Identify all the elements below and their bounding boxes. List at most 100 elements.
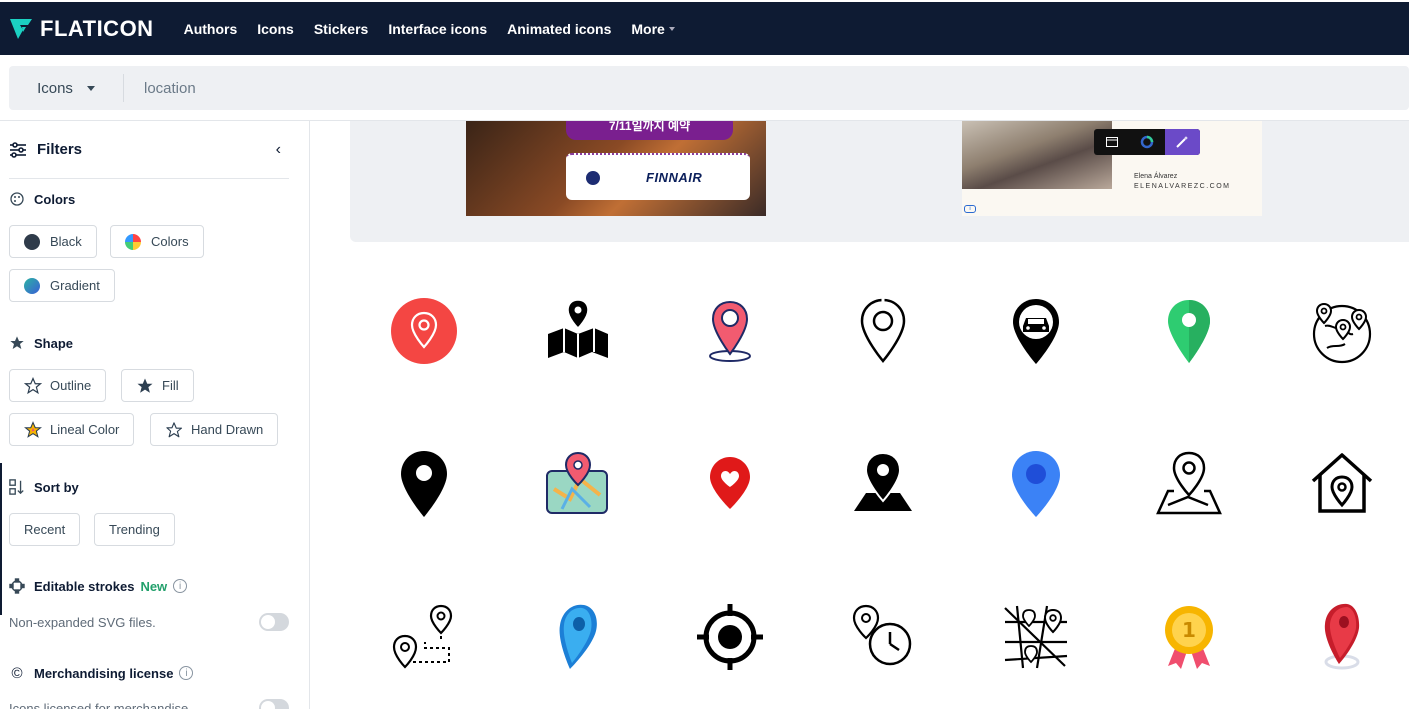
result-item[interactable] [653, 276, 806, 386]
chevron-down-icon [668, 26, 675, 31]
result-item[interactable] [500, 582, 653, 692]
filters-title: Filters [37, 141, 83, 158]
result-item[interactable] [959, 582, 1112, 692]
pin-on-ground-icon [853, 451, 912, 511]
ad-author-url: ELENALVAREZC.COM [1134, 183, 1231, 190]
elena-alvarez-ad[interactable]: Elena Álvarez ELENALVAREZC.COM i [962, 121, 1262, 216]
editable-strokes-subtext: Non-expanded SVG files. [9, 615, 156, 630]
star-lineal-color-icon [24, 420, 42, 439]
result-item[interactable] [347, 276, 500, 386]
merch-license-title: © Merchandising license i [9, 664, 194, 682]
city-map-pins-icon [1003, 605, 1067, 669]
chip-label: Recent [24, 522, 66, 537]
collapse-chevron-icon[interactable]: ‹ [276, 141, 281, 159]
result-item[interactable] [347, 429, 500, 539]
result-item[interactable] [1265, 276, 1409, 386]
map-pin-outline-icon [1155, 451, 1222, 515]
route-pins-icon [392, 604, 452, 669]
result-item[interactable] [500, 276, 653, 386]
chip-label: Lineal Color [50, 422, 120, 437]
result-item[interactable] [1265, 582, 1409, 692]
search-type-label: Icons [37, 79, 73, 97]
ad-headline: 7/11일까지 예약 [566, 121, 733, 140]
car-location-pin-icon [1012, 299, 1059, 364]
3d-red-pin-icon [1324, 603, 1359, 670]
merch-license-subtext: Icons licensed for merchandise [9, 701, 189, 709]
result-item[interactable] [1265, 429, 1409, 539]
nav-authors[interactable]: Authors [184, 21, 238, 37]
result-item[interactable]: 1 [1112, 582, 1265, 692]
icon-results-grid: 1 [347, 276, 1409, 709]
main-nav: Authors Icons Stickers Interface icons A… [184, 21, 675, 37]
nav-more[interactable]: More [631, 20, 675, 37]
search-type-select[interactable]: Icons [9, 74, 124, 102]
info-icon[interactable]: i [179, 666, 194, 680]
result-item[interactable] [500, 429, 653, 539]
flaticon-logo-icon [10, 18, 32, 39]
oneworld-logo-icon [586, 170, 600, 185]
nav-stickers[interactable]: Stickers [314, 21, 368, 37]
shape-lineal-color-chip[interactable]: Lineal Color [9, 413, 135, 446]
color-colors-chip[interactable]: Colors [110, 225, 204, 258]
sort-trending-chip[interactable]: Trending [94, 513, 175, 546]
shapes-star-icon [9, 335, 25, 351]
sort-recent-chip[interactable]: Recent [9, 513, 81, 546]
multicolor-swatch-icon [125, 233, 141, 250]
shape-title-label: Shape [34, 335, 74, 351]
nav-more-label: More [631, 20, 665, 37]
result-item[interactable] [806, 429, 959, 539]
chip-label: Hand Drawn [191, 422, 264, 437]
3d-blue-pin-icon [559, 604, 597, 669]
location-pin-outline-icon [860, 297, 905, 363]
pin-with-circle-base-icon [708, 300, 751, 362]
result-item[interactable] [653, 429, 806, 539]
result-item[interactable] [347, 582, 500, 692]
result-item[interactable] [806, 582, 959, 692]
ad-photo [962, 121, 1112, 189]
result-item[interactable] [959, 429, 1112, 539]
color-black-chip[interactable]: Black [9, 225, 97, 258]
top-nav: FLATICON Authors Icons Stickers Interfac… [0, 0, 1409, 55]
color-gradient-chip[interactable]: Gradient [9, 269, 115, 302]
editable-strokes-toggle[interactable] [259, 613, 289, 631]
star-outline-icon [24, 376, 42, 395]
info-icon[interactable]: i [173, 579, 188, 593]
search-input[interactable] [144, 79, 744, 97]
svg-text:1: 1 [1182, 618, 1196, 642]
ad-brand-name: FINNAIR [646, 170, 703, 185]
nav-icons[interactable]: Icons [257, 21, 294, 37]
window-icon[interactable] [1094, 129, 1129, 155]
copyright-icon: © [11, 664, 23, 682]
colors-section-title: Colors [9, 191, 75, 207]
gold-medal-icon: 1 [1164, 606, 1213, 669]
ad-info-icon[interactable]: i [964, 205, 976, 213]
filters-sidebar: Filters ‹ Colors Black Colors Gradient S… [0, 121, 310, 709]
sort-section-title: Sort by [9, 479, 79, 495]
editable-strokes-label: Editable strokes [34, 578, 135, 594]
result-item[interactable] [806, 276, 959, 386]
shape-hand-drawn-chip[interactable]: Hand Drawn [150, 413, 279, 446]
color-ring-icon[interactable] [1129, 129, 1164, 155]
map-pin-on-map-icon [547, 299, 608, 358]
ad-author-name: Elena Álvarez [1134, 173, 1178, 180]
brand-logo[interactable]: FLATICON [8, 16, 154, 42]
globe-pins-icon [1312, 302, 1371, 364]
nav-interface-icons[interactable]: Interface icons [388, 21, 487, 37]
colored-map-pin-icon [545, 451, 608, 514]
shape-fill-chip[interactable]: Fill [121, 369, 194, 402]
magic-wand-icon[interactable] [1164, 129, 1200, 155]
sort-title-label: Sort by [34, 479, 79, 495]
nav-animated-icons[interactable]: Animated icons [507, 21, 611, 37]
result-item[interactable] [1112, 429, 1265, 539]
result-item[interactable] [653, 582, 806, 692]
chip-label: Fill [162, 378, 179, 393]
chip-label: Outline [50, 378, 92, 393]
shape-section-title: Shape [9, 335, 73, 351]
result-item[interactable] [1112, 276, 1265, 386]
shape-outline-chip[interactable]: Outline [9, 369, 107, 402]
finnair-ad[interactable]: 7/11일까지 예약 FINNAIR [466, 121, 766, 216]
result-item[interactable] [959, 276, 1112, 386]
merch-license-toggle[interactable] [259, 699, 289, 709]
chip-label: Colors [151, 234, 189, 249]
colors-title-label: Colors [34, 191, 76, 207]
